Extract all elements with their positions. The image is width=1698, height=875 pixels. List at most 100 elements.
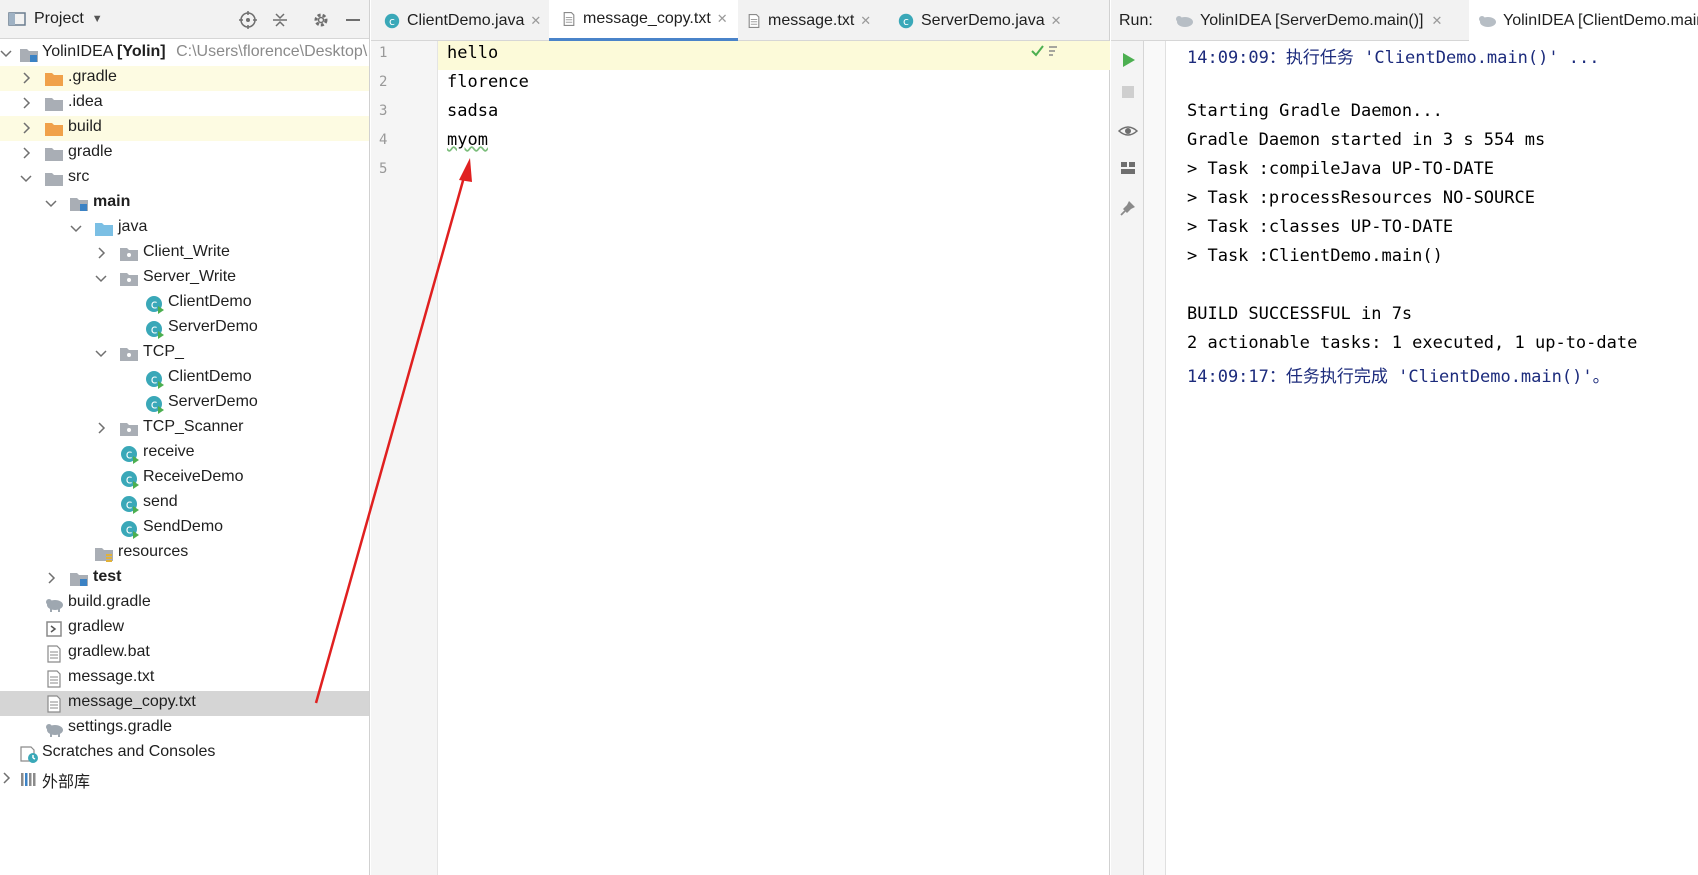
gradle-elephant-icon <box>1479 15 1496 27</box>
tree-item-message-txt[interactable]: message.txt <box>0 666 369 691</box>
package-icon <box>120 273 138 286</box>
tree-item-scratches[interactable]: Scratches and Consoles <box>0 741 369 766</box>
tree-item-external-libraries[interactable]: 外部库 <box>0 766 369 791</box>
inspection-ok-icon[interactable] <box>1031 44 1063 58</box>
tree-item-senddemo[interactable]: c SendDemo <box>0 516 369 541</box>
tree-item-client-write[interactable]: Client_Write <box>0 241 369 266</box>
run-tab-serverdemo[interactable]: YolinIDEA [ServerDemo.main()] ✕ <box>1174 0 1442 41</box>
chevron-right-icon[interactable] <box>95 247 107 259</box>
run-tree-strip <box>1144 41 1166 875</box>
tree-item-resources[interactable]: resources <box>0 541 369 566</box>
eye-icon[interactable] <box>1117 120 1139 142</box>
tree-item-build-gradle[interactable]: build.gradle <box>0 591 369 616</box>
tree-item-label: .gradle <box>68 68 117 85</box>
close-icon[interactable]: ✕ <box>530 13 541 29</box>
chevron-right-icon[interactable] <box>0 772 12 784</box>
text-file-icon <box>563 12 575 26</box>
tree-item-gradle-hidden[interactable]: .gradle <box>0 66 369 91</box>
tree-item-clientdemo[interactable]: c ClientDemo <box>0 366 369 391</box>
tree-item-gradlew-bat[interactable]: gradlew.bat <box>0 641 369 666</box>
close-icon[interactable]: ✕ <box>717 11 728 27</box>
tree-item-build[interactable]: build <box>0 116 369 141</box>
tab-label: ServerDemo.java <box>921 11 1045 29</box>
code-line[interactable]: florence <box>447 72 529 92</box>
tree-item-test[interactable]: test <box>0 566 369 591</box>
run-tab-label: YolinIDEA [ClientDemo.main()] <box>1503 11 1698 29</box>
tab-clientdemo-java[interactable]: c ClientDemo.java ✕ <box>383 0 541 41</box>
svg-text:c: c <box>151 373 158 387</box>
chevron-right-icon[interactable] <box>95 422 107 434</box>
editor-tab-bar: c ClientDemo.java ✕ message_copy.txt ✕ m… <box>371 0 1109 41</box>
tree-item-java[interactable]: java <box>0 216 369 241</box>
chevron-down-icon[interactable] <box>95 347 107 359</box>
tree-item-settings-gradle[interactable]: settings.gradle <box>0 716 369 741</box>
project-panel: Project ▼ YolinIDEA [Yolin] C:\Users\flo… <box>0 0 370 875</box>
chevron-down-icon[interactable]: ▼ <box>92 13 103 25</box>
close-icon[interactable]: ✕ <box>1051 13 1062 29</box>
tree-item-tcp-scanner[interactable]: TCP_Scanner <box>0 416 369 441</box>
project-panel-title[interactable]: Project <box>34 10 84 28</box>
chevron-right-icon[interactable] <box>20 72 32 84</box>
chevron-down-icon[interactable] <box>45 197 57 209</box>
chevron-down-icon[interactable] <box>20 172 32 184</box>
tree-item-label: ReceiveDemo <box>143 468 244 485</box>
tab-serverdemo-java[interactable]: c ServerDemo.java ✕ <box>897 0 1062 41</box>
scratches-icon <box>20 746 38 763</box>
gradle-elephant-icon <box>1176 15 1193 27</box>
folder-icon <box>45 173 63 186</box>
java-class-icon: c <box>121 521 139 539</box>
tree-item-tcp[interactable]: TCP_ <box>0 341 369 366</box>
chevron-right-icon[interactable] <box>20 97 32 109</box>
tree-item-label: resources <box>118 543 189 560</box>
chevron-down-icon[interactable] <box>95 272 107 284</box>
tree-item-server-write[interactable]: Server_Write <box>0 266 369 291</box>
tree-item-serverdemo[interactable]: c ServerDemo <box>0 316 369 341</box>
chevron-down-icon[interactable] <box>70 222 82 234</box>
chevron-right-icon[interactable] <box>20 122 32 134</box>
console-line: > Task :classes UP-TO-DATE <box>1187 217 1454 237</box>
tree-item-idea[interactable]: .idea <box>0 91 369 116</box>
chevron-right-icon[interactable] <box>45 572 57 584</box>
tree-item-yolinidea[interactable]: YolinIDEA [Yolin] C:\Users\florence\Desk… <box>0 41 369 66</box>
tree-item-gradlew[interactable]: gradlew <box>0 616 369 641</box>
pin-icon[interactable] <box>1117 197 1139 219</box>
run-tab-bar: Run: YolinIDEA [ServerDemo.main()] ✕ Yol… <box>1111 0 1698 41</box>
tab-message-txt[interactable]: message.txt ✕ <box>746 0 871 41</box>
locate-file-icon[interactable] <box>238 10 258 30</box>
tree-item-src[interactable]: src <box>0 166 369 191</box>
chevron-down-icon[interactable] <box>0 47 12 59</box>
code-line[interactable]: hello <box>447 43 498 63</box>
console-line: 14:09:17：任务执行完成 'ClientDemo.main()'。 <box>1187 367 1610 387</box>
tab-message-copy-txt[interactable]: message_copy.txt ✕ <box>549 0 738 41</box>
tree-item-gradle[interactable]: gradle <box>0 141 369 166</box>
tree-item-send[interactable]: c send <box>0 491 369 516</box>
layout-icon[interactable] <box>1117 157 1139 179</box>
code-line[interactable]: myom <box>447 130 488 150</box>
tree-item-label: build.gradle <box>68 593 151 610</box>
tree-item-receive[interactable]: c receive <box>0 441 369 466</box>
tree-item-label: java <box>118 218 148 235</box>
rerun-icon[interactable] <box>1117 49 1139 71</box>
tab-label: message_copy.txt <box>583 10 711 27</box>
close-icon[interactable]: ✕ <box>1432 13 1443 29</box>
tree-item-serverdemo[interactable]: c ServerDemo <box>0 391 369 416</box>
run-tab-clientdemo[interactable]: YolinIDEA [ClientDemo.main()] <box>1469 0 1698 41</box>
svg-text:c: c <box>151 298 158 312</box>
source-set-folder-icon <box>70 198 88 211</box>
java-class-icon: c <box>121 471 139 489</box>
line-number: 3 <box>379 103 388 119</box>
chevron-right-icon[interactable] <box>20 147 32 159</box>
minimize-icon[interactable] <box>343 10 363 30</box>
tree-item-label: send <box>143 493 178 510</box>
code-line[interactable]: sadsa <box>447 101 498 121</box>
tree-item-main[interactable]: main <box>0 191 369 216</box>
project-view-icon[interactable] <box>8 11 26 27</box>
tree-item-message-copy-txt[interactable]: message_copy.txt <box>0 691 369 716</box>
tree-item-receivedemo[interactable]: c ReceiveDemo <box>0 466 369 491</box>
tree-item-label: settings.gradle <box>68 718 173 735</box>
collapse-all-icon[interactable] <box>270 10 290 30</box>
stop-icon[interactable] <box>1117 81 1139 103</box>
close-icon[interactable]: ✕ <box>860 13 871 29</box>
tree-item-clientdemo[interactable]: c ClientDemo <box>0 291 369 316</box>
gear-icon[interactable] <box>311 10 331 30</box>
